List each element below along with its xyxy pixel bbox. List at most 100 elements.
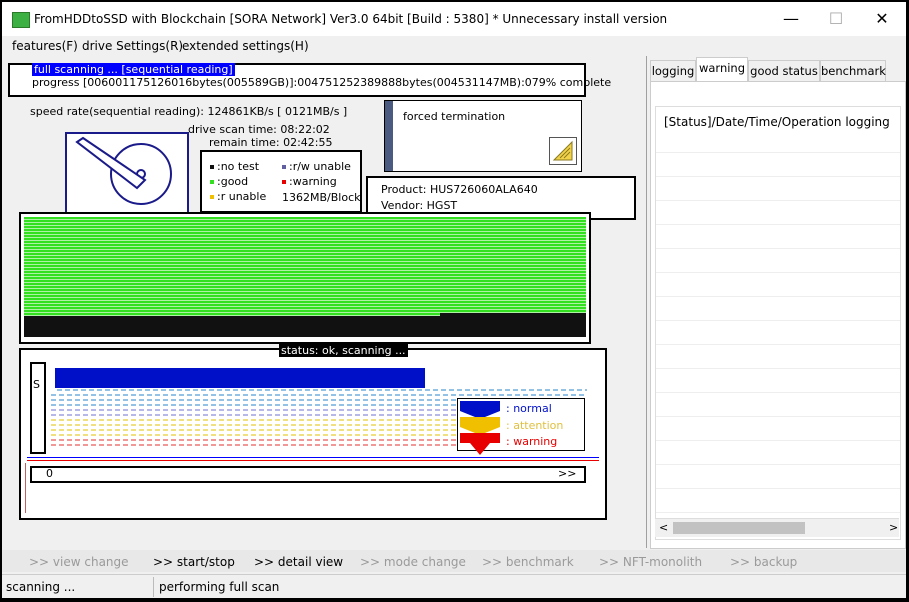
scan-row-good bbox=[24, 277, 586, 280]
legend-no-test: :no test bbox=[210, 160, 259, 173]
menu-features[interactable]: features(F) bbox=[12, 39, 78, 53]
scan-row-good bbox=[24, 274, 586, 277]
legend-good: :good bbox=[210, 175, 248, 188]
scan-row-good bbox=[24, 286, 586, 289]
block-size: 1362MB/Block bbox=[282, 191, 361, 204]
progress-panel: full scanning ... [sequential reading] p… bbox=[8, 63, 611, 97]
view-change-button[interactable]: >> view change bbox=[29, 555, 129, 569]
panel-divider bbox=[646, 56, 647, 548]
scan-row-good bbox=[24, 223, 586, 226]
timeline-slider[interactable]: 0 >> bbox=[30, 466, 586, 483]
scan-row-good bbox=[24, 247, 586, 250]
scan-row-good bbox=[24, 226, 586, 229]
warning-swatch bbox=[282, 180, 286, 184]
scrollbar-thumb[interactable] bbox=[673, 522, 805, 534]
vertical-rule bbox=[25, 463, 26, 513]
nft-monolith-button[interactable]: >> NFT-monolith bbox=[599, 555, 702, 569]
status-bar: scanning ... performing full scan bbox=[2, 574, 906, 598]
scan-row-good bbox=[24, 238, 586, 241]
scan-row-good bbox=[24, 298, 586, 301]
log-row-line bbox=[656, 368, 900, 369]
legend-rw-unable: :r/w unable bbox=[282, 160, 351, 173]
benchmark-button[interactable]: >> benchmark bbox=[482, 555, 574, 569]
no-test-swatch bbox=[210, 165, 214, 169]
log-panel: [Status]/Date/Time/Operation logging < > bbox=[650, 81, 906, 549]
log-row-line bbox=[656, 224, 900, 225]
slider-forward-button[interactable]: >> bbox=[558, 467, 576, 480]
close-button[interactable]: ✕ bbox=[859, 2, 905, 36]
log-row-line bbox=[656, 464, 900, 465]
scan-row-untested bbox=[24, 322, 586, 325]
log-row-line bbox=[656, 296, 900, 297]
scan-row-untested bbox=[24, 319, 586, 322]
scan-row-good bbox=[24, 265, 586, 268]
scan-row-good bbox=[24, 304, 586, 307]
menu-drive-settings[interactable]: drive Settings(R) bbox=[82, 39, 183, 53]
slider-start: 0 bbox=[46, 467, 53, 480]
scan-block-map bbox=[24, 217, 586, 337]
app-window: FromHDDtoSSD with Blockchain [SORA Netwo… bbox=[2, 2, 906, 598]
product-text: Product: HUS726060ALA640 bbox=[381, 183, 538, 196]
legend-panel: :no test :r/w unable :good :warning :r u… bbox=[200, 150, 362, 213]
backup-button[interactable]: >> backup bbox=[730, 555, 797, 569]
log-row-line bbox=[656, 152, 900, 153]
detail-view-button[interactable]: >> detail view bbox=[254, 555, 343, 569]
warning-legend: : warning bbox=[506, 435, 558, 448]
horizontal-scrollbar[interactable]: < > bbox=[655, 518, 899, 537]
legend-r-unable: :r unable bbox=[210, 190, 266, 203]
scan-row-good bbox=[24, 217, 586, 220]
maximize-button[interactable]: ☐ bbox=[813, 2, 859, 36]
scan-row-good bbox=[24, 313, 440, 316]
scan-row-good bbox=[24, 253, 586, 256]
s-label: S bbox=[33, 378, 40, 391]
scroll-right-button[interactable]: > bbox=[889, 521, 898, 534]
scan-row-good bbox=[24, 292, 586, 295]
normal-legend: : normal bbox=[506, 402, 552, 415]
menu-extended-settings[interactable]: extended settings(H) bbox=[182, 39, 309, 53]
s-gauge: S bbox=[30, 362, 46, 454]
forced-termination-label: forced termination bbox=[403, 110, 506, 123]
scan-row-good bbox=[24, 235, 586, 238]
scan-row-good bbox=[24, 271, 586, 274]
hdd-icon bbox=[65, 132, 189, 214]
minimize-button[interactable]: — bbox=[768, 2, 814, 36]
remain-time: remain time: 02:42:55 bbox=[209, 136, 333, 149]
scan-row-untested bbox=[24, 325, 586, 328]
scan-row-good bbox=[24, 229, 586, 232]
title-bar[interactable]: FromHDDtoSSD with Blockchain [SORA Netwo… bbox=[2, 2, 906, 36]
scan-row-good bbox=[24, 232, 586, 235]
tab-logging[interactable]: logging bbox=[650, 60, 696, 81]
forced-termination-button[interactable]: forced termination bbox=[384, 100, 582, 172]
drive-scan-time: drive scan time: 08:22:02 bbox=[188, 123, 330, 136]
scan-row-good bbox=[24, 310, 586, 313]
log-list[interactable]: [Status]/Date/Time/Operation logging bbox=[655, 106, 901, 540]
scroll-left-button[interactable]: < bbox=[659, 521, 668, 534]
scan-map-panel bbox=[19, 212, 591, 344]
scan-row-good bbox=[24, 250, 586, 253]
window-title: FromHDDtoSSD with Blockchain [SORA Netwo… bbox=[34, 12, 668, 26]
scan-mode-label: full scanning ... [sequential reading] bbox=[32, 63, 235, 76]
vendor-text: Vendor: HGST bbox=[381, 199, 458, 212]
status-right: performing full scan bbox=[159, 580, 280, 594]
separator-red bbox=[27, 460, 599, 461]
log-row-line bbox=[656, 320, 900, 321]
mode-change-button[interactable]: >> mode change bbox=[360, 555, 466, 569]
rw-unable-swatch bbox=[282, 165, 286, 169]
attention-legend: : attention bbox=[506, 419, 564, 432]
tab-warning[interactable]: warning bbox=[696, 57, 748, 81]
log-row-line bbox=[656, 440, 900, 441]
speed-rate: speed rate(sequential reading): 124861KB… bbox=[30, 105, 348, 118]
tab-benchmark[interactable]: benchmark bbox=[820, 60, 886, 81]
status-left: scanning ... bbox=[6, 580, 76, 594]
tab-good-status[interactable]: good status bbox=[748, 60, 820, 81]
log-row-line bbox=[656, 512, 900, 513]
scan-row-good bbox=[24, 301, 586, 304]
log-row-line bbox=[656, 344, 900, 345]
scan-row-good bbox=[24, 283, 586, 286]
scan-row-good bbox=[24, 289, 586, 292]
scan-row-good bbox=[24, 262, 586, 265]
r-unable-swatch bbox=[210, 195, 214, 199]
scan-row-good bbox=[24, 244, 586, 247]
scan-row-untested bbox=[440, 313, 586, 316]
start-stop-button[interactable]: >> start/stop bbox=[153, 555, 235, 569]
